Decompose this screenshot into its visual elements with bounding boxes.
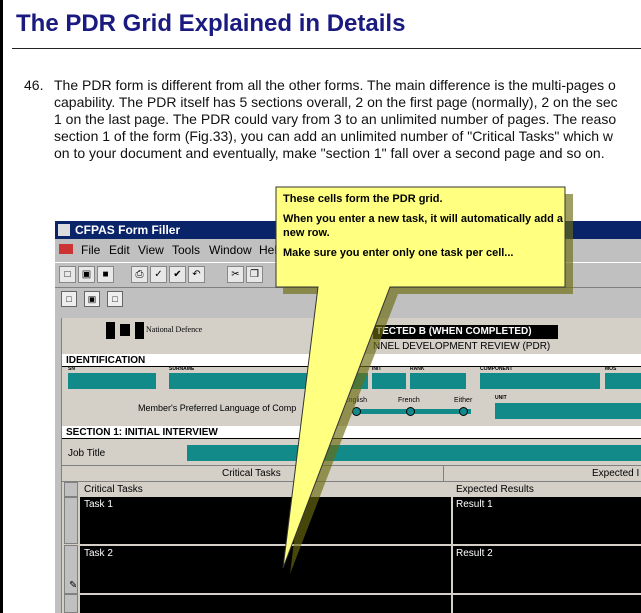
maple-leaf-icon	[120, 324, 130, 336]
section1-header: SECTION 1: INITIAL INTERVIEW	[62, 426, 641, 439]
task-text: Task 2	[84, 548, 113, 559]
column-critical-tasks: Critical Tasks	[84, 484, 143, 495]
page-title: The PDR Grid Explained in Details	[16, 10, 406, 37]
callout-line: When you enter a new task, it will autom…	[283, 213, 563, 239]
radio-english[interactable]	[352, 407, 361, 416]
cut-icon[interactable]: ✂	[227, 266, 244, 283]
identification-header: IDENTIFICATION	[62, 354, 641, 367]
unit-field[interactable]	[495, 403, 641, 419]
job-title-field[interactable]	[187, 445, 641, 461]
critical-task-cell[interactable]: Task 1	[80, 497, 451, 544]
pencil-icon: ✎	[69, 580, 78, 591]
expected-result-cell-empty[interactable]	[453, 595, 641, 613]
save-icon[interactable]: ■	[97, 266, 114, 283]
callout-line: Make sure you enter only one task per ce…	[283, 247, 514, 259]
app-icon	[58, 224, 70, 236]
field-label-unit: UNIT	[495, 395, 507, 401]
row-handle-2[interactable]: ✎	[64, 545, 78, 594]
init-field[interactable]	[372, 373, 406, 389]
menu-help[interactable]: Hel	[259, 243, 277, 257]
national-defence-label: National Defence	[146, 325, 203, 334]
task-text: Task 1	[84, 499, 113, 510]
critical-task-cell[interactable]: Task 2	[80, 546, 451, 593]
column-expected-results: Expected Results	[456, 484, 534, 495]
lang-option-english: English	[344, 397, 367, 404]
rank-field[interactable]	[410, 373, 466, 389]
menu-file[interactable]: File	[81, 243, 100, 257]
component-field[interactable]	[480, 373, 600, 389]
document-icon[interactable]: □	[107, 291, 123, 307]
field-label-rank: RANK	[410, 366, 425, 372]
mos-field[interactable]	[605, 373, 641, 389]
cfpas-app-window: CFPAS Form Filler File Edit View Tools W…	[55, 221, 641, 613]
page-layout-icon[interactable]: ▣	[84, 291, 100, 307]
sn-field[interactable]	[68, 373, 156, 389]
undo-icon[interactable]: ↶	[188, 266, 205, 283]
print-icon[interactable]: ⎙	[131, 266, 148, 283]
row-handle-header	[64, 482, 78, 497]
surname-field[interactable]	[169, 373, 368, 389]
left-margin-rule	[0, 0, 3, 613]
lang-option-french: French	[398, 397, 420, 404]
expected-result-cell[interactable]: Result 2	[453, 546, 641, 593]
canada-flag-logo	[106, 322, 144, 339]
lang-option-either: Either	[454, 397, 473, 404]
menu-view[interactable]: View	[138, 243, 164, 257]
pdr-form: National Defence TECTED B (WHEN COMPLETE…	[61, 318, 641, 613]
result-text: Result 1	[456, 499, 493, 510]
form-title: NNEL DEVELOPMENT REVIEW (PDR)	[373, 341, 551, 352]
expected-header: Expected I	[592, 468, 640, 479]
open-folder-icon[interactable]: ▣	[78, 266, 95, 283]
page-view-icon[interactable]: □	[61, 291, 77, 307]
copy-icon[interactable]: ❐	[246, 266, 263, 283]
expected-result-cell[interactable]: Result 1	[453, 497, 641, 544]
title-divider	[12, 48, 641, 49]
spellcheck-icon[interactable]: ✓	[150, 266, 167, 283]
result-text: Result 2	[456, 548, 493, 559]
language-row: Member's Preferred Language of Comp Engl…	[62, 393, 641, 423]
protected-banner: TECTED B (WHEN COMPLETED)	[373, 325, 558, 339]
menu-window[interactable]: Window	[209, 243, 252, 257]
radio-either[interactable]	[459, 407, 468, 416]
document-menu-icon[interactable]	[59, 244, 73, 254]
callout-line: These cells form the PDR grid.	[283, 193, 443, 205]
paragraph-line: capability. The PDR itself has 5 section…	[54, 94, 618, 110]
field-label-init: INIT	[372, 366, 382, 372]
app-title: CFPAS Form Filler	[75, 223, 181, 237]
field-label-sn: SN	[68, 366, 75, 372]
radio-french[interactable]	[406, 407, 415, 416]
job-title-label: Job Title	[68, 448, 106, 459]
menu-edit[interactable]: Edit	[109, 243, 130, 257]
field-label-surname: SURNAME	[169, 366, 195, 372]
paragraph-number: 46.	[24, 77, 44, 93]
field-label-component: COMPONENT	[480, 366, 513, 372]
critical-tasks-header: Critical Tasks	[222, 468, 281, 479]
paragraph-line: 1 on the last page. The PDR could vary f…	[54, 111, 617, 127]
paragraph-line: The PDR form is different from all the o…	[54, 77, 616, 93]
menu-tools[interactable]: Tools	[172, 243, 200, 257]
callout-text: These cells form the PDR grid. When you …	[283, 192, 565, 266]
row-handle-1[interactable]	[64, 497, 78, 544]
field-label-mos: MOS	[605, 366, 617, 372]
row-handle-3[interactable]	[64, 594, 78, 613]
check-icon[interactable]: ✔	[169, 266, 186, 283]
paragraph-text: The PDR form is different from all the o…	[54, 77, 618, 162]
critical-task-cell-empty[interactable]	[80, 595, 451, 613]
paragraph-line: section 1 of the form (Fig.33), you can …	[54, 128, 614, 144]
language-label: Member's Preferred Language of Comp	[138, 403, 297, 413]
paragraph-line: on to your document and eventually, make…	[54, 145, 605, 161]
new-document-icon[interactable]: □	[59, 266, 76, 283]
